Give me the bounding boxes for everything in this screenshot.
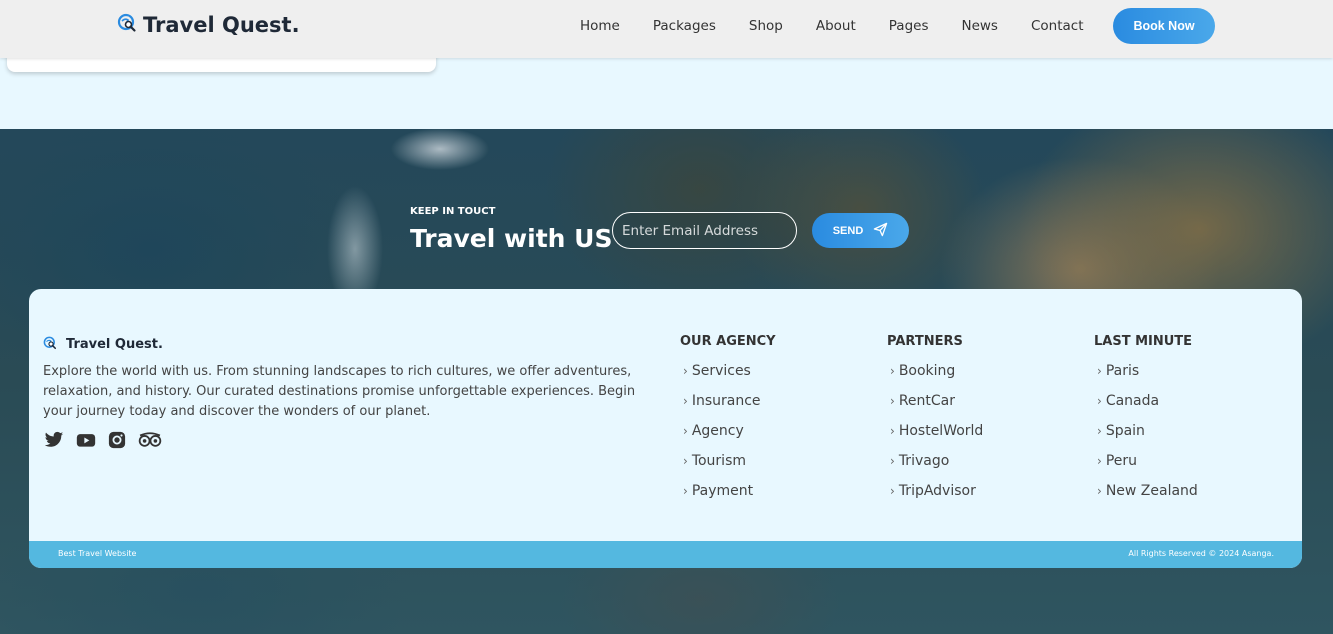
instagram-icon[interactable] [108, 431, 126, 453]
link-label: Payment [691, 483, 754, 499]
footer-link-services[interactable]: › Services [680, 363, 776, 393]
link-label: Services [691, 363, 751, 379]
nav-packages[interactable]: Packages [653, 17, 716, 35]
footer-column-partners: PARTNERS › Booking › RentCar › HostelWorld … [887, 334, 983, 513]
link-label: New Zealand [1105, 483, 1198, 499]
link-label: TripAdvisor [898, 483, 976, 499]
link-label: Tourism [691, 453, 747, 469]
chevron-right-icon: › [1097, 364, 1102, 378]
send-label: SEND [832, 224, 864, 237]
nav-contact[interactable]: Contact [1031, 17, 1084, 35]
nav-pages[interactable]: Pages [889, 17, 929, 35]
column-title: PARTNERS [887, 334, 963, 349]
chevron-right-icon: › [890, 484, 895, 498]
link-label: Trivago [898, 453, 950, 469]
nav-news[interactable]: News [961, 17, 997, 35]
nav-home[interactable]: Home [580, 17, 620, 35]
link-label: Booking [898, 363, 956, 379]
footer-link-insurance[interactable]: › Insurance [680, 393, 776, 423]
footer-description: Explore the world with us. From stunning… [43, 364, 636, 419]
brand-name: Travel Quest. [143, 13, 300, 37]
nav-shop[interactable]: Shop [749, 17, 783, 35]
chevron-right-icon: › [1097, 454, 1102, 468]
footer-link-paris[interactable]: › Paris [1094, 363, 1198, 393]
footer-brand-name: Travel Quest. [66, 337, 163, 352]
footer-link-tourism[interactable]: › Tourism [680, 453, 776, 483]
column-title: OUR AGENCY [680, 334, 776, 349]
tripadvisor-icon[interactable] [138, 431, 162, 453]
footer-link-hostelworld[interactable]: › HostelWorld [887, 423, 983, 453]
chevron-right-icon: › [683, 394, 688, 408]
footer-link-rentcar[interactable]: › RentCar [887, 393, 983, 423]
chevron-right-icon: › [683, 484, 688, 498]
column-title: LAST MINUTE [1094, 334, 1193, 349]
chevron-right-icon: › [683, 454, 688, 468]
globe-search-icon [43, 335, 57, 354]
chevron-right-icon: › [683, 424, 688, 438]
footer-bottom-bar: Best Travel Website All Rights Reserved … [29, 541, 1302, 568]
footer: Travel Quest. Explore the world with us.… [29, 289, 1302, 568]
youtube-icon[interactable] [76, 431, 96, 453]
link-label: RentCar [898, 393, 955, 409]
send-button[interactable]: SEND [812, 213, 909, 248]
link-label: Insurance [691, 393, 761, 409]
chevron-right-icon: › [890, 364, 895, 378]
chevron-right-icon: › [1097, 394, 1102, 408]
globe-search-icon [117, 13, 137, 37]
newsletter-eyebrow: KEEP IN TOUCT [410, 206, 496, 217]
footer-link-trivago[interactable]: › Trivago [887, 453, 983, 483]
link-label: Peru [1105, 453, 1137, 469]
footer-link-peru[interactable]: › Peru [1094, 453, 1198, 483]
chevron-right-icon: › [890, 394, 895, 408]
link-label: Agency [691, 423, 744, 439]
paper-plane-icon [873, 222, 888, 240]
link-label: Canada [1105, 393, 1160, 409]
footer-link-agency[interactable]: › Agency [680, 423, 776, 453]
link-label: Spain [1105, 423, 1145, 439]
site-header: Travel Quest. Home Packages Shop About P… [0, 0, 1333, 58]
chevron-right-icon: › [890, 454, 895, 468]
footer-brand[interactable]: Travel Quest. [43, 335, 163, 354]
link-label: Paris [1105, 363, 1140, 379]
book-now-button[interactable]: Book Now [1113, 8, 1215, 44]
chevron-right-icon: › [890, 424, 895, 438]
footer-tagline: Best Travel Website [58, 549, 137, 558]
twitter-icon[interactable] [44, 431, 64, 453]
link-label: HostelWorld [898, 423, 984, 439]
chevron-right-icon: › [683, 364, 688, 378]
social-links [44, 431, 162, 453]
email-input[interactable] [612, 212, 797, 249]
footer-link-new-zealand[interactable]: › New Zealand [1094, 483, 1198, 513]
footer-link-canada[interactable]: › Canada [1094, 393, 1198, 423]
main-nav: Home Packages Shop About Pages News Cont… [580, 17, 1117, 35]
footer-link-spain[interactable]: › Spain [1094, 423, 1198, 453]
newsletter-title: Travel with US [410, 224, 613, 253]
footer-link-payment[interactable]: › Payment [680, 483, 776, 513]
copyright-text: All Rights Reserved © 2024 Asanga. [1128, 549, 1274, 558]
chevron-right-icon: › [1097, 424, 1102, 438]
brand-logo[interactable]: Travel Quest. [117, 13, 300, 37]
footer-link-tripadvisor[interactable]: › TripAdvisor [887, 483, 983, 513]
nav-about[interactable]: About [816, 17, 856, 35]
chevron-right-icon: › [1097, 484, 1102, 498]
footer-column-agency: OUR AGENCY › Services › Insurance › Agency … [680, 334, 776, 513]
footer-column-last-minute: LAST MINUTE › Paris › Canada › Spain › Peru … [1094, 334, 1198, 513]
footer-link-booking[interactable]: › Booking [887, 363, 983, 393]
